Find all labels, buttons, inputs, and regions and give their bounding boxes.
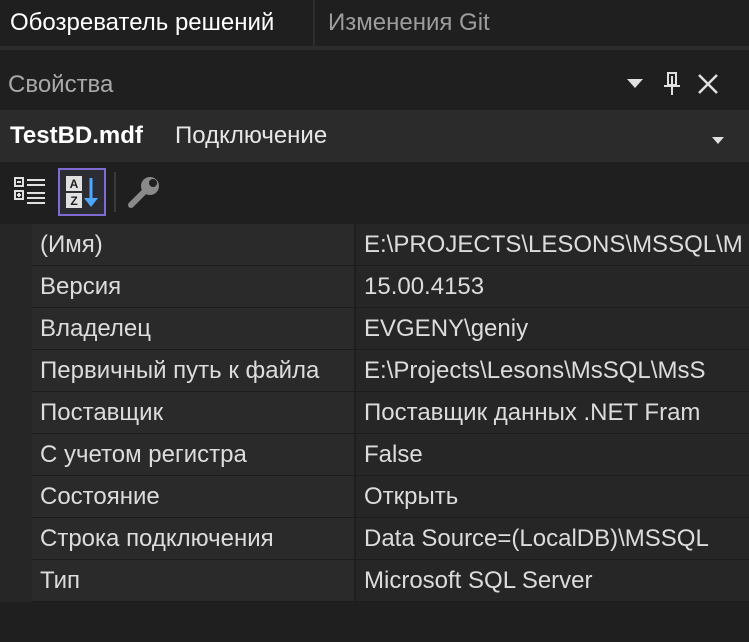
object-name: TestBD.mdf: [10, 122, 143, 149]
toolbar-separator: [114, 172, 116, 212]
property-grid: (Имя) E:\PROJECTS\LESONS\MSSQL\M Версия …: [0, 224, 749, 642]
property-row[interactable]: Строка подключения Data Source=(LocalDB)…: [0, 518, 749, 560]
property-value[interactable]: Поставщик данных .NET Fram: [356, 392, 749, 433]
alphabetical-sort-icon[interactable]: A Z: [58, 168, 106, 216]
tab-divider: [313, 0, 315, 46]
tab-strip: Обозреватель решений Изменения Git: [0, 0, 749, 46]
property-value[interactable]: E:\PROJECTS\LESONS\MSSQL\M: [356, 224, 749, 265]
property-row[interactable]: С учетом регистра False: [0, 434, 749, 476]
property-value[interactable]: Открыть: [356, 476, 749, 517]
property-value[interactable]: 15.00.4153: [356, 266, 749, 307]
property-row[interactable]: Версия 15.00.4153: [0, 266, 749, 308]
property-value[interactable]: False: [356, 434, 749, 475]
pin-icon[interactable]: [657, 68, 687, 100]
property-row[interactable]: Первичный путь к файла E:\Projects\Leson…: [0, 350, 749, 392]
property-value[interactable]: EVGENY\geniy: [356, 308, 749, 349]
property-name: Строка подключения: [32, 518, 354, 559]
property-name: Версия: [32, 266, 354, 307]
tab-strip-divider: [0, 46, 749, 50]
property-name: С учетом регистра: [32, 434, 354, 475]
property-row[interactable]: Поставщик Поставщик данных .NET Fram: [0, 392, 749, 434]
svg-text:A: A: [70, 177, 79, 191]
categorized-icon[interactable]: [6, 168, 54, 216]
property-name: Первичный путь к файла: [32, 350, 354, 391]
property-row[interactable]: (Имя) E:\PROJECTS\LESONS\MSSQL\M: [0, 224, 749, 266]
tab-git-changes[interactable]: Изменения Git: [318, 0, 518, 46]
object-selector[interactable]: TestBD.mdf Подключение: [0, 110, 749, 162]
property-name: Тип: [32, 560, 354, 601]
window-title: Свойства: [8, 71, 114, 98]
property-name: Поставщик: [32, 392, 354, 433]
dropdown-icon[interactable]: [620, 68, 650, 100]
property-row[interactable]: Владелец EVGENY\geniy: [0, 308, 749, 350]
property-value[interactable]: E:\Projects\Lesons\MsSQL\MsS: [356, 350, 749, 391]
svg-text:Z: Z: [70, 194, 77, 208]
property-row[interactable]: Состояние Открыть: [0, 476, 749, 518]
close-icon[interactable]: [693, 68, 723, 100]
property-name: Владелец: [32, 308, 354, 349]
property-pages-wrench-icon[interactable]: [120, 168, 168, 216]
chevron-down-icon[interactable]: [712, 132, 724, 150]
object-type: Подключение: [175, 122, 328, 149]
tab-solution-explorer[interactable]: Обозреватель решений: [0, 0, 313, 46]
property-name: Состояние: [32, 476, 354, 517]
properties-toolbar: A Z: [0, 162, 749, 224]
property-value[interactable]: Microsoft SQL Server: [356, 560, 749, 601]
property-name: (Имя): [32, 224, 354, 265]
properties-window-header: Свойства: [0, 62, 749, 108]
property-value[interactable]: Data Source=(LocalDB)\MSSQL: [356, 518, 749, 559]
property-row[interactable]: Тип Microsoft SQL Server: [0, 560, 749, 602]
